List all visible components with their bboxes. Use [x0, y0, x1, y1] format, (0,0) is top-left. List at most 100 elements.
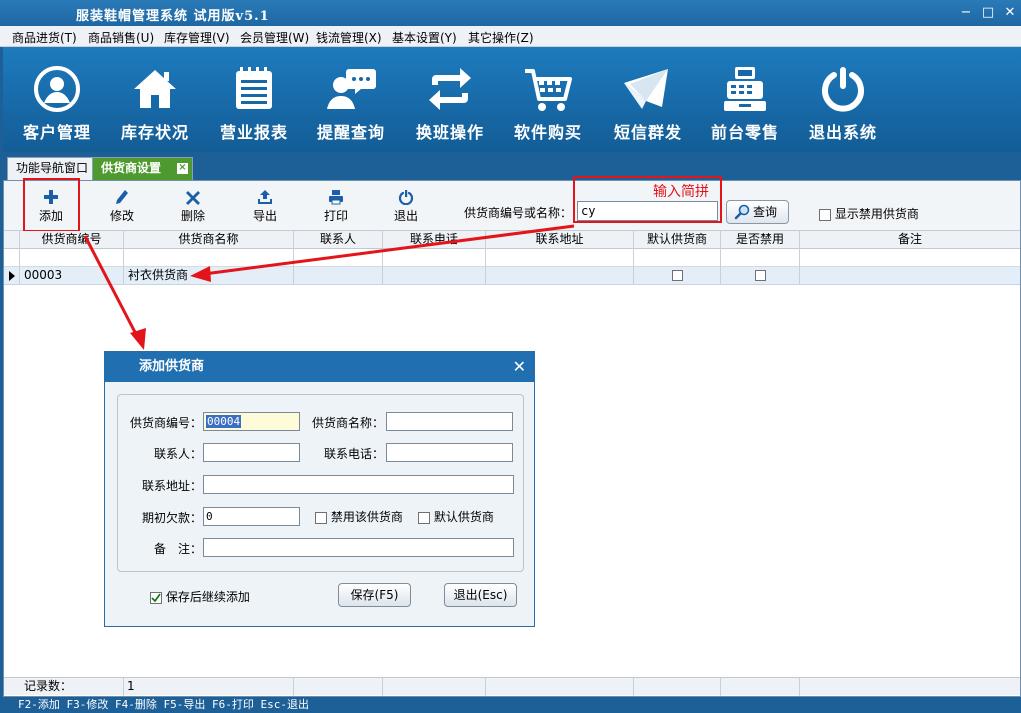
cell-name[interactable]: 衬衣供货商 [124, 267, 294, 285]
exit-button[interactable]: 退出 [382, 189, 430, 224]
cell-code[interactable]: 00003 [20, 267, 124, 285]
address-label: 联系地址： [141, 479, 202, 493]
column-header[interactable]: 供货商编号 [20, 231, 124, 249]
supplier-code-field[interactable]: 00004 [203, 412, 300, 431]
checkmark-icon [151, 592, 161, 602]
nav-inventory-button[interactable]: 库存状况 [110, 65, 200, 145]
nav-buy-button[interactable]: 软件购买 [503, 65, 593, 145]
nav-report-button[interactable]: 营业报表 [209, 65, 299, 145]
record-count: 1 [124, 678, 294, 696]
search-label: 供货商编号或名称： [464, 206, 573, 220]
show-disabled-toggle[interactable]: 显示禁用供货商 [819, 205, 919, 222]
cell-note[interactable] [800, 267, 1020, 285]
nav-label: 客户管理 [22, 123, 91, 142]
cell-address[interactable] [486, 267, 634, 285]
dialog-close-icon[interactable]: ✕ [513, 352, 526, 382]
column-header[interactable]: 联系电话 [383, 231, 486, 249]
row-pointer-icon [9, 271, 15, 281]
query-button[interactable]: 查询 [726, 200, 789, 224]
column-header[interactable]: 供货商名称 [124, 231, 294, 249]
tab-supplier-settings[interactable]: 供货商设置 × [92, 157, 193, 180]
menu-bar: 商品进货(T) 商品销售(U) 库存管理(V) 会员管理(W) 钱流管理(X) … [0, 26, 1021, 47]
main-nav-bar: 客户管理 库存状况 营业报表 提醒查询 换班操作 软件购买 短信群发 前台零售 … [3, 47, 1021, 152]
grid-header: 供货商编号 供货商名称 联系人 联系电话 联系地址 默认供货商 是否禁用 备注 [4, 231, 1020, 249]
default-checkbox[interactable] [671, 270, 683, 281]
disabled-checkbox[interactable] [754, 270, 766, 281]
contact-label: 联系人： [153, 447, 202, 461]
default-supplier-checkbox[interactable] [418, 511, 430, 524]
continue-add-checkbox[interactable] [150, 591, 162, 604]
contact-field[interactable] [203, 443, 300, 462]
menu-inventory[interactable]: 库存管理(V) [164, 29, 230, 46]
cell-phone[interactable] [383, 267, 486, 285]
close-tab-icon[interactable]: × [177, 163, 188, 174]
title-bar: 服装鞋帽管理系统 试用版v5.1 − □ ✕ [0, 0, 1021, 26]
supplier-toolbar: 添加 修改 删除 导出 打印 退出 供货商编号或名称： cy 输入简拼 查询 显… [4, 176, 1020, 232]
initial-debt-field[interactable]: 0 [203, 507, 300, 526]
cell-disabled[interactable] [721, 267, 800, 285]
cell-default[interactable] [634, 267, 721, 285]
pencil-icon [116, 190, 128, 204]
column-header[interactable]: 默认供货商 [634, 231, 721, 249]
reminder-icon [327, 69, 376, 109]
default-supplier-toggle[interactable]: 默认供货商 [418, 508, 494, 525]
row-indicator [4, 267, 20, 285]
export-icon [258, 190, 272, 204]
minimize-button[interactable]: − [957, 4, 975, 22]
menu-settings[interactable]: 基本设置(Y) [392, 29, 457, 46]
delete-label: 删除 [180, 209, 205, 223]
column-header[interactable]: 是否禁用 [721, 231, 800, 249]
grid-footer: 记录数： 1 [4, 677, 1020, 696]
menu-other[interactable]: 其它操作(Z) [468, 29, 534, 46]
continue-add-toggle[interactable]: 保存后继续添加 [150, 588, 250, 605]
nav-exit-button[interactable]: 退出系统 [798, 65, 888, 145]
nav-label: 营业报表 [219, 123, 288, 142]
column-header[interactable]: 联系人 [294, 231, 383, 249]
nav-retail-button[interactable]: 前台零售 [700, 65, 790, 145]
menu-purchase[interactable]: 商品进货(T) [12, 29, 77, 46]
supplier-name-field[interactable] [386, 412, 513, 431]
disable-supplier-checkbox[interactable] [315, 511, 327, 524]
tab-navigation[interactable]: 功能导航窗口 [7, 157, 98, 180]
nav-customer-button[interactable]: 客户管理 [12, 65, 102, 145]
nav-label: 软件购买 [513, 123, 582, 142]
note-field[interactable] [203, 538, 514, 557]
printer-icon [329, 190, 343, 205]
address-field[interactable] [203, 475, 514, 494]
nav-reminder-button[interactable]: 提醒查询 [306, 65, 396, 145]
continue-add-label: 保存后继续添加 [165, 590, 250, 604]
close-window-button[interactable]: ✕ [1001, 4, 1019, 22]
annotation-search-box [573, 176, 722, 223]
delete-button[interactable]: 删除 [169, 189, 217, 224]
disable-supplier-toggle[interactable]: 禁用该供货商 [315, 508, 403, 525]
menu-members[interactable]: 会员管理(W) [240, 29, 309, 46]
nav-swap-button[interactable]: 换班操作 [405, 65, 495, 145]
edit-label: 修改 [109, 209, 134, 223]
nav-sms-button[interactable]: 短信群发 [603, 65, 693, 145]
header-indicator [4, 231, 20, 249]
print-label: 打印 [323, 209, 348, 223]
table-row[interactable]: 00003 衬衣供货商 [4, 267, 1020, 285]
menu-cash[interactable]: 钱流管理(X) [316, 29, 382, 46]
show-disabled-label: 显示禁用供货商 [834, 207, 919, 221]
delete-x-icon [186, 191, 200, 205]
dialog-exit-button[interactable]: 退出(Esc) [444, 583, 517, 607]
phone-field[interactable] [386, 443, 513, 462]
column-header[interactable]: 备注 [800, 231, 1020, 249]
column-header[interactable]: 联系地址 [486, 231, 634, 249]
print-button[interactable]: 打印 [312, 189, 360, 224]
customer-icon [34, 66, 80, 112]
maximize-button[interactable]: □ [979, 4, 997, 22]
export-label: 导出 [252, 209, 277, 223]
add-supplier-dialog: 添加供货商 ✕ 供货商编号： 00004 供货商名称： 联系人： 联系电话： 联… [104, 351, 535, 627]
swap-icon [429, 68, 471, 110]
disable-supplier-label: 禁用该供货商 [330, 510, 403, 524]
export-button[interactable]: 导出 [241, 189, 289, 224]
filter-row[interactable] [4, 249, 1020, 267]
save-button[interactable]: 保存(F5) [338, 583, 411, 607]
menu-sales[interactable]: 商品销售(U) [88, 29, 154, 46]
show-disabled-checkbox[interactable] [819, 208, 831, 221]
cart-icon [525, 69, 572, 111]
edit-button[interactable]: 修改 [98, 189, 146, 224]
cell-contact[interactable] [294, 267, 383, 285]
